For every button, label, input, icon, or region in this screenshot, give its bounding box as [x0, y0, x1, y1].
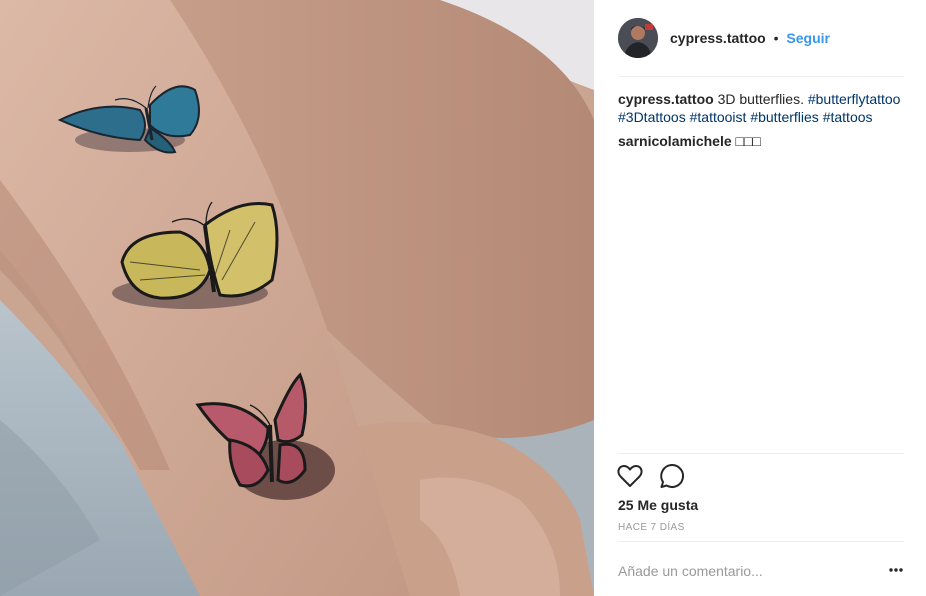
heart-icon[interactable] — [616, 462, 644, 490]
comment-item: sarnicolamichele □□□ — [618, 132, 908, 150]
username-link[interactable]: cypress.tattoo — [670, 30, 766, 46]
comment-input[interactable] — [618, 560, 880, 582]
caption-text: 3D butterflies. — [713, 91, 808, 107]
speech-bubble-icon[interactable] — [658, 462, 686, 490]
follow-button[interactable]: Seguir — [786, 30, 830, 46]
hashtag-link[interactable]: #butterflytattoo — [808, 91, 901, 107]
comment-divider — [618, 541, 904, 542]
tattoo-photo-image — [0, 0, 594, 596]
more-options-icon[interactable] — [888, 562, 904, 578]
avatar[interactable] — [618, 18, 658, 58]
post-photo[interactable] — [0, 0, 594, 596]
hashtag-link[interactable]: #butterflies — [750, 109, 818, 125]
separator-dot: • — [773, 30, 779, 46]
post-details-panel: cypress.tattoo • Seguir cypress.tattoo 3… — [594, 0, 926, 596]
comment-username[interactable]: sarnicolamichele — [618, 133, 732, 149]
likes-count[interactable]: 25 Me gusta — [618, 497, 698, 513]
comment-text: □□□ — [731, 133, 761, 149]
header-divider — [618, 76, 904, 77]
post-header: cypress.tattoo • Seguir — [618, 16, 904, 60]
avatar-image — [618, 18, 658, 58]
actions-divider — [618, 453, 904, 454]
hashtag-link[interactable]: #3Dtattoos — [618, 109, 686, 125]
caption-username[interactable]: cypress.tattoo — [618, 91, 714, 107]
post-timestamp[interactable]: HACE 7 DÍAS — [618, 522, 685, 533]
post-caption: cypress.tattoo 3D butterflies. #butterfl… — [618, 90, 908, 126]
post-actions — [616, 462, 686, 490]
hashtag-link[interactable]: #tattooist — [690, 109, 747, 125]
hashtag-link[interactable]: #tattoos — [823, 109, 873, 125]
